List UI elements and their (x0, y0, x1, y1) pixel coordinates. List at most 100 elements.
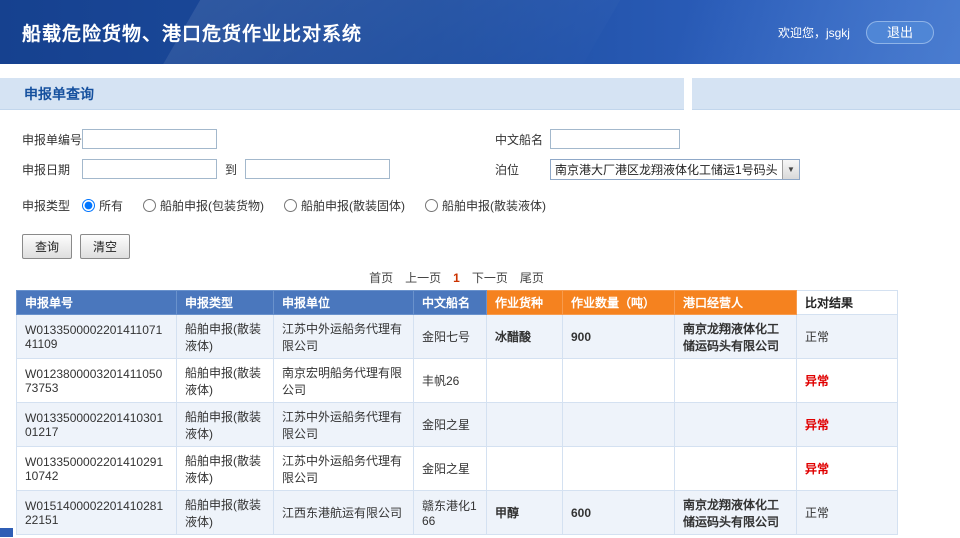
date-to-input[interactable] (245, 159, 390, 179)
radio-bulk-liquid[interactable]: 船舶申报(散装液体) (425, 197, 546, 214)
berth-select[interactable]: 南京港大厂港区龙翔液体化工储运1号码头 ▼ (550, 159, 800, 180)
results-table: 申报单号 申报类型 申报单位 中文船名 作业货种 作业数量（吨） 港口经营人 比… (16, 290, 898, 535)
declare-type-radio-group: 所有 船舶申报(包装货物) 船舶申报(散装固体) 船舶申报(散装液体) (82, 197, 546, 214)
cell-declare-unit: 南京宏明船务代理有限公司 (274, 359, 414, 403)
cell-declaration-no: W013350000220141107141109 (17, 315, 177, 359)
header-cargo-type: 作业货种 (487, 291, 563, 315)
cell-ship-name: 赣东港化166 (414, 491, 487, 535)
tab-strip-divider (684, 78, 692, 110)
clear-button[interactable]: 清空 (80, 234, 130, 259)
berth-label: 泊位 (495, 161, 550, 178)
cell-declare-type: 船舶申报(散装液体) (177, 447, 274, 491)
page: 船载危险货物、港口危货作业比对系统 欢迎您，jsgkj 退出 申报单查询 申报单… (0, 0, 960, 538)
tab-strip: 申报单查询 (0, 78, 960, 110)
table-row: W012380000320141105073753 船舶申报(散装液体) 南京宏… (17, 359, 898, 403)
cell-port-operator (675, 359, 797, 403)
logout-button[interactable]: 退出 (866, 21, 934, 44)
cell-quantity: 900 (563, 315, 675, 359)
header-declare-unit: 申报单位 (274, 291, 414, 315)
cell-cargo-type: 甲醇 (487, 491, 563, 535)
header-quantity: 作业数量（吨） (563, 291, 675, 315)
header-declare-type: 申报类型 (177, 291, 274, 315)
radio-bulk-liquid-input[interactable] (425, 199, 438, 212)
cell-ship-name: 金阳之星 (414, 447, 487, 491)
cell-declaration-no: W015140000220141028122151 (17, 491, 177, 535)
cell-ship-name: 丰帆26 (414, 359, 487, 403)
form-row-1-right: 中文船名 (495, 124, 680, 154)
table-row: W013350000220141030101217 船舶申报(散装液体) 江苏中… (17, 403, 898, 447)
header-port-operator: 港口经营人 (675, 291, 797, 315)
tab-label: 申报单查询 (0, 84, 94, 104)
header-compare-result: 比对结果 (797, 291, 898, 315)
declaration-no-input[interactable] (82, 129, 217, 149)
cell-compare-result: 异常 (797, 359, 898, 403)
search-button[interactable]: 查询 (22, 234, 72, 259)
form-row-1: 申报单编号 中文船名 (22, 124, 960, 154)
query-form: 申报单编号 中文船名 申报日期 到 泊位 南京港大厂港区龙翔液体化工储运1号码头… (0, 110, 960, 259)
radio-bulk-solid-label: 船舶申报(散装固体) (301, 197, 405, 214)
app-title: 船载危险货物、港口危货作业比对系统 (22, 19, 362, 46)
page-first-link[interactable]: 首页 (369, 271, 393, 285)
cell-port-operator (675, 403, 797, 447)
header-ship-name: 中文船名 (414, 291, 487, 315)
cell-declare-type: 船舶申报(散装液体) (177, 359, 274, 403)
ship-name-input[interactable] (550, 129, 680, 149)
cell-ship-name: 金阳七号 (414, 315, 487, 359)
table-header-row: 申报单号 申报类型 申报单位 中文船名 作业货种 作业数量（吨） 港口经营人 比… (17, 291, 898, 315)
cell-port-operator (675, 447, 797, 491)
cell-declare-unit: 江苏中外运船务代理有限公司 (274, 403, 414, 447)
cell-declaration-no: W013350000220141030101217 (17, 403, 177, 447)
cell-declare-type: 船舶申报(散装液体) (177, 315, 274, 359)
cell-cargo-type: 冰醋酸 (487, 315, 563, 359)
radio-bulk-solid-input[interactable] (284, 199, 297, 212)
cell-declare-type: 船舶申报(散装液体) (177, 403, 274, 447)
cell-compare-result: 异常 (797, 403, 898, 447)
table-row: W013350000220141029110742 船舶申报(散装液体) 江苏中… (17, 447, 898, 491)
radio-all[interactable]: 所有 (82, 197, 123, 214)
declare-date-label: 申报日期 (22, 161, 82, 178)
date-from-input[interactable] (82, 159, 217, 179)
page-prev-link[interactable]: 上一页 (405, 271, 441, 285)
header-right: 欢迎您，jsgkj 退出 (778, 21, 934, 44)
declaration-no-label: 申报单编号 (22, 131, 82, 148)
cell-compare-result: 正常 (797, 491, 898, 535)
cell-quantity (563, 447, 675, 491)
cell-cargo-type (487, 359, 563, 403)
app-header: 船载危险货物、港口危货作业比对系统 欢迎您，jsgkj 退出 (0, 0, 960, 64)
form-row-2: 申报日期 到 泊位 南京港大厂港区龙翔液体化工储运1号码头 ▼ (22, 154, 960, 184)
page-last-link[interactable]: 尾页 (520, 271, 544, 285)
cell-quantity: 600 (563, 491, 675, 535)
cell-declare-unit: 江西东港航运有限公司 (274, 491, 414, 535)
cell-declaration-no: W013350000220141029110742 (17, 447, 177, 491)
form-row-3: 申报类型 所有 船舶申报(包装货物) 船舶申报(散装固体) 船舶申报(散装液体) (22, 190, 960, 220)
radio-packaged[interactable]: 船舶申报(包装货物) (143, 197, 264, 214)
cell-declare-unit: 江苏中外运船务代理有限公司 (274, 315, 414, 359)
cell-compare-result: 正常 (797, 315, 898, 359)
chevron-down-icon[interactable]: ▼ (782, 160, 799, 179)
cell-declare-unit: 江苏中外运船务代理有限公司 (274, 447, 414, 491)
header-declaration-no: 申报单号 (17, 291, 177, 315)
page-next-link[interactable]: 下一页 (472, 271, 508, 285)
form-row-2-right: 泊位 南京港大厂港区龙翔液体化工储运1号码头 ▼ (495, 154, 800, 184)
header-gap (0, 64, 960, 78)
radio-bulk-solid[interactable]: 船舶申报(散装固体) (284, 197, 405, 214)
tab-declaration-query[interactable]: 申报单查询 (0, 78, 684, 110)
date-to-label: 到 (225, 161, 237, 178)
cell-compare-result: 异常 (797, 447, 898, 491)
page-current: 1 (453, 271, 460, 285)
form-buttons: 查询 清空 (22, 234, 960, 259)
cell-declaration-no: W012380000320141105073753 (17, 359, 177, 403)
radio-packaged-label: 船舶申报(包装货物) (160, 197, 264, 214)
cell-ship-name: 金阳之星 (414, 403, 487, 447)
footer-marker (0, 528, 13, 537)
radio-bulk-liquid-label: 船舶申报(散装液体) (442, 197, 546, 214)
cell-declare-type: 船舶申报(散装液体) (177, 491, 274, 535)
table-row: W013350000220141107141109 船舶申报(散装液体) 江苏中… (17, 315, 898, 359)
table-row: W015140000220141028122151 船舶申报(散装液体) 江西东… (17, 491, 898, 535)
cell-quantity (563, 403, 675, 447)
pagination-top: 首页上一页 1 下一页尾页 (16, 269, 897, 286)
cell-cargo-type (487, 403, 563, 447)
radio-all-input[interactable] (82, 199, 95, 212)
ship-name-label: 中文船名 (495, 131, 550, 148)
radio-packaged-input[interactable] (143, 199, 156, 212)
